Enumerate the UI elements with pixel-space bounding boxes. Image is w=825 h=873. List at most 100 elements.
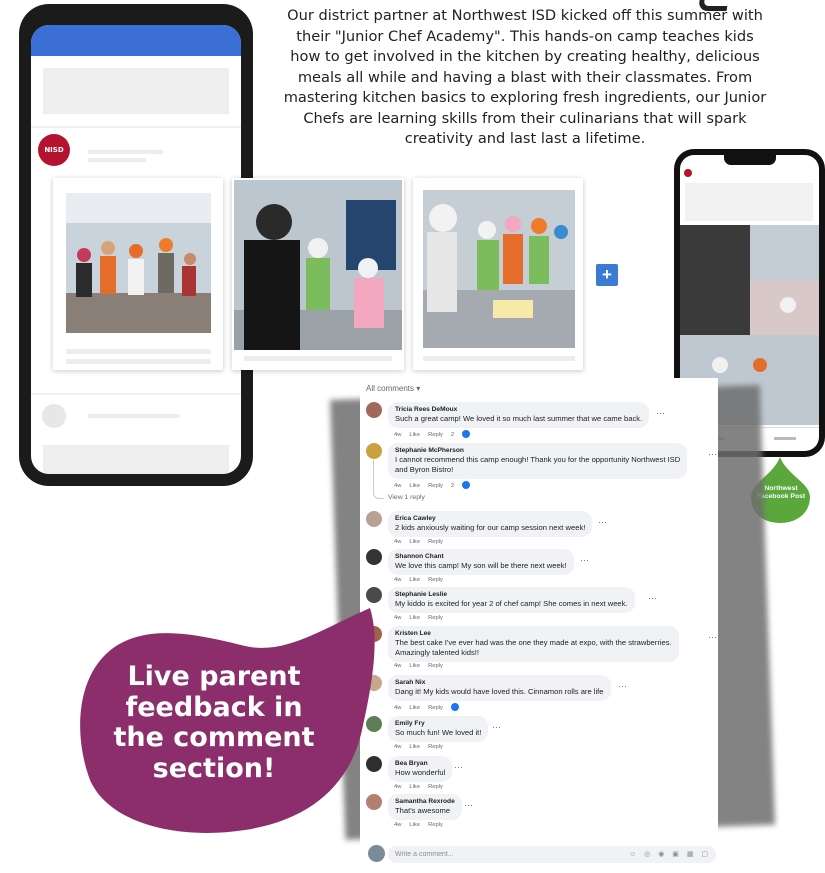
comment-bubble: Emily Fry So much fun! We loved it! — [388, 716, 489, 742]
more-options-icon[interactable]: ··· — [598, 517, 607, 527]
feed-divider — [31, 126, 241, 128]
reply-link[interactable]: Reply — [428, 483, 443, 489]
more-options-icon[interactable]: ··· — [618, 681, 627, 691]
reaction-count: 2 — [450, 482, 455, 489]
more-options-icon[interactable]: ··· — [648, 593, 657, 603]
reply-link[interactable]: Reply — [428, 784, 443, 790]
placeholder-line — [88, 414, 180, 418]
all-comments-dropdown[interactable]: All comments ▾ — [366, 384, 420, 393]
like-link[interactable]: Like — [409, 432, 420, 438]
intro-paragraph: Our district partner at Northwest ISD ki… — [283, 7, 767, 147]
more-options-icon[interactable]: ··· — [454, 762, 463, 772]
comment-actions: 4w Like Reply 2 — [394, 481, 471, 489]
comment-text: So much fun! We loved it! — [395, 728, 482, 737]
comment-bubble: Shannon Chant We love this camp! My son … — [388, 549, 574, 575]
commenter-name[interactable]: Tricia Rees DeMoux — [395, 405, 642, 414]
comment-text: We love this camp! My son will be there … — [395, 561, 567, 570]
comment-text: Such a great camp! We loved it so much l… — [395, 414, 643, 423]
avatar — [366, 402, 382, 418]
comment-input-icons[interactable]: ☺ ◎ ◉ ▣ ▦ ▢ — [629, 846, 711, 863]
like-link[interactable]: Like — [409, 539, 420, 545]
comment-text-line2: and Byron Bistro! — [395, 465, 454, 474]
like-reaction-icon — [462, 430, 471, 438]
comment-actions: 4w Like Reply — [394, 663, 443, 669]
more-options-icon[interactable]: ··· — [656, 408, 665, 418]
kitchen-photo-1 — [66, 193, 211, 333]
commenter-name[interactable]: Stephanie Leslie — [395, 590, 628, 599]
commenter-name[interactable]: Sarah Nix — [395, 678, 604, 687]
comment-actions: 4w Like Reply 2 — [394, 430, 471, 438]
placeholder-line — [88, 158, 146, 162]
comment-text: Dang it! My kids would have loved this. … — [395, 687, 604, 696]
like-link[interactable]: Like — [409, 705, 420, 711]
commenter-name[interactable]: Kristen Lee — [395, 629, 672, 638]
write-comment-placeholder: Write a comment... — [395, 851, 454, 858]
avatar — [366, 443, 382, 459]
reply-link[interactable]: Reply — [428, 822, 443, 828]
reply-link[interactable]: Reply — [428, 744, 443, 750]
comment-bubble: Bea Bryan How wonderful — [388, 756, 453, 782]
kitchen-photo-2 — [234, 180, 402, 350]
plus-icon[interactable]: + — [596, 264, 618, 286]
avatar-placeholder — [42, 404, 66, 428]
comment-text: How wonderful — [395, 768, 446, 777]
feed-divider — [31, 393, 241, 395]
comment-action[interactable] — [774, 437, 796, 440]
comment-actions: 4w Like Reply — [394, 703, 459, 711]
like-link[interactable]: Like — [409, 784, 420, 790]
comment-bubble: Stephanie Leslie My kiddo is excited for… — [388, 587, 635, 613]
avatar — [366, 549, 382, 565]
like-link[interactable]: Like — [409, 822, 420, 828]
comment-text: The best cake I've ever had was the one … — [395, 638, 672, 647]
more-options-icon[interactable]: ··· — [580, 555, 589, 565]
comment-bubble: Erica Cawley 2 kids anxiously waiting fo… — [388, 511, 593, 537]
callout-text: Live parent feedback in the comment sect… — [113, 661, 315, 784]
reply-link[interactable]: Reply — [428, 577, 443, 583]
comment-text: That's awesome — [395, 806, 451, 815]
like-reaction-icon — [462, 481, 471, 489]
like-link[interactable]: Like — [409, 663, 420, 669]
comment-actions: 4w Like Reply — [394, 744, 443, 750]
commenter-name[interactable]: Bea Bryan — [395, 759, 445, 768]
photo-card-2 — [232, 178, 404, 370]
page-avatar — [684, 169, 692, 177]
write-comment-input[interactable]: Write a comment... ☺ ◎ ◉ ▣ ▦ ▢ — [388, 846, 716, 863]
placeholder-line — [423, 356, 575, 361]
nisd-logo: NISD — [38, 134, 70, 166]
current-user-avatar — [368, 845, 385, 862]
comment-text: My kiddo is excited for year 2 of chef c… — [395, 599, 628, 608]
comment-actions: 4w Like Reply — [394, 784, 443, 790]
view-replies-link[interactable]: View 1 reply — [388, 494, 425, 501]
reply-link[interactable]: Reply — [428, 615, 443, 621]
commenter-name[interactable]: Shannon Chant — [395, 552, 567, 561]
like-link[interactable]: Like — [409, 577, 420, 583]
comment-text: 2 kids anxiously waiting for our camp se… — [395, 523, 586, 532]
reaction-count: 2 — [450, 431, 455, 438]
reply-link[interactable]: Reply — [428, 705, 443, 711]
like-link[interactable]: Like — [409, 483, 420, 489]
like-link[interactable]: Like — [409, 744, 420, 750]
post-text-placeholder — [685, 183, 813, 221]
reply-link[interactable]: Reply — [428, 539, 443, 545]
reply-thread-line — [373, 460, 384, 499]
commenter-name[interactable]: Samantha Rexrode — [395, 797, 455, 806]
placeholder-line — [244, 356, 392, 361]
comment-actions: 4w Like Reply — [394, 577, 443, 583]
commenter-name[interactable]: Stephanie McPherson — [395, 446, 680, 455]
more-options-icon[interactable]: ··· — [708, 632, 717, 642]
app-header-bar — [31, 25, 241, 56]
more-options-icon[interactable]: ··· — [708, 449, 717, 459]
reply-link[interactable]: Reply — [428, 663, 443, 669]
comment-bubble: Stephanie McPherson I cannot recommend t… — [388, 443, 688, 479]
placeholder-line — [66, 359, 211, 364]
commenter-name[interactable]: Emily Fry — [395, 719, 481, 728]
placeholder-block — [43, 68, 229, 114]
comment-bubble: Samantha Rexrode That's awesome — [388, 794, 462, 820]
comment-text-line2: Amazingly talented kids!! — [395, 648, 479, 657]
commenter-name[interactable]: Erica Cawley — [395, 514, 585, 523]
comment-bubble: Sarah Nix Dang it! My kids would have lo… — [388, 675, 611, 701]
like-link[interactable]: Like — [409, 615, 420, 621]
more-options-icon[interactable]: ··· — [464, 800, 473, 810]
more-options-icon[interactable]: ··· — [492, 722, 501, 732]
reply-link[interactable]: Reply — [428, 432, 443, 438]
